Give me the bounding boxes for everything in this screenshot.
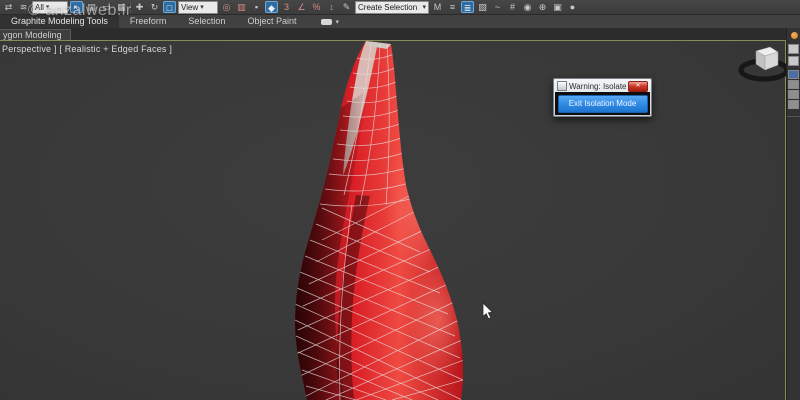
align-icon[interactable]: ≡ [446,1,459,13]
viewcube-navigation[interactable] [738,42,790,86]
ribbon-tab-freeform[interactable]: Freeform [119,15,178,28]
viewport-label[interactable]: Perspective ] [ Realistic + Edged Faces … [2,44,172,54]
keyboard-override-icon[interactable]: ▪ [250,1,263,13]
modifier-stack-row [788,100,799,109]
render-production-icon[interactable]: ● [566,1,579,13]
chevron-down-icon: ▾ [422,3,426,11]
ribbon-tab-graphite-modeling-tools[interactable]: Graphite Modeling Tools [0,15,119,28]
spinner-snap-icon[interactable]: ↕ [325,1,338,13]
coord-system-dropdown[interactable]: View ▾ [178,1,218,14]
mirror-icon[interactable]: M [431,1,444,13]
command-panel-divider [787,116,800,117]
command-panel-sliver[interactable] [786,28,800,400]
modifier-stack-row [788,80,799,89]
angle-snap-icon[interactable]: ∠ [295,1,308,13]
chevron-down-icon: ▾ [335,18,339,26]
bind-to-space-warp-icon[interactable]: ≋ [17,1,30,13]
curve-editor-icon[interactable]: ~ [491,1,504,13]
dialog-title: Warning: Isolated Sele... [569,82,626,91]
dialog-title-bar[interactable]: Warning: Isolated Sele... ✕ [555,80,650,92]
main-toolbar: ⇄ ≋ All ▾ ↖ ▤ ▭ ▦ ✚ ↻ □ View ▾ ◎ ▥ ▪ ◆ 3… [0,0,800,15]
named-selection-set-dropdown[interactable]: Create Selection Se ▾ [355,1,429,14]
modifier-stack-row [788,90,799,99]
ribbon-panel-row: ygon Modeling [0,28,800,40]
named-selection-set-value: Create Selection Se [358,3,420,12]
3ds-max-window: ⇄ ≋ All ▾ ↖ ▤ ▭ ▦ ✚ ↻ □ View ▾ ◎ ▥ ▪ ◆ 3… [0,0,800,400]
selection-filter-dropdown[interactable]: All ▾ [32,1,68,14]
select-by-name-icon[interactable]: ▤ [85,1,98,13]
schematic-view-icon[interactable]: # [506,1,519,13]
rendered-frame-icon[interactable]: ▣ [551,1,564,13]
coord-system-value: View [181,3,198,12]
perspective-viewport[interactable]: Perspective ] [ Realistic + Edged Faces … [0,40,787,400]
chevron-down-icon: ▾ [46,3,50,11]
render-setup-icon[interactable]: ⊕ [536,1,549,13]
command-panel-field [788,44,799,54]
command-panel-icon [791,32,798,39]
modifier-stack-selected-row [788,70,799,79]
ribbon-tab-bar: Graphite Modeling Tools Freeform Selecti… [0,15,800,28]
window-crossing-icon[interactable]: ▦ [115,1,128,13]
material-editor-icon[interactable]: ◉ [521,1,534,13]
select-object-icon[interactable]: ↖ [70,1,83,13]
ribbon-minimize-icon [321,19,332,25]
ribbon-tab-selection[interactable]: Selection [177,15,236,28]
snaps-toggle-icon[interactable]: ◆ [265,1,278,13]
edit-named-selection-sets-icon[interactable]: ✎ [340,1,353,13]
dialog-body: Exit Isolation Mode [555,92,650,115]
graphite-ribbon-toggle-icon[interactable]: ▧ [476,1,489,13]
layer-manager-icon[interactable]: ≣ [461,1,474,13]
selection-region-icon[interactable]: ▭ [100,1,113,13]
percent-snap-icon[interactable]: % [310,1,323,13]
select-and-scale-icon[interactable]: □ [163,1,176,13]
ribbon-tab-object-paint[interactable]: Object Paint [236,15,307,28]
select-and-link-icon[interactable]: ⇄ [2,1,15,13]
select-and-move-icon[interactable]: ✚ [133,1,146,13]
selection-filter-value: All [35,3,44,12]
snaps-3d-icon[interactable]: 3 [280,1,293,13]
command-panel-field [788,56,799,66]
use-pivot-center-icon[interactable]: ◎ [220,1,233,13]
exit-isolation-mode-button[interactable]: Exit Isolation Mode [558,95,648,113]
close-icon[interactable]: ✕ [628,81,648,92]
isolation-warning-dialog: Warning: Isolated Sele... ✕ Exit Isolati… [553,78,652,117]
ribbon-minimize-toggle[interactable]: ▾ [321,18,339,26]
dialog-app-icon [557,81,567,91]
select-and-rotate-icon[interactable]: ↻ [148,1,161,13]
chevron-down-icon: ▾ [200,3,204,11]
viewcube-cube[interactable] [756,47,778,70]
select-and-manipulate-icon[interactable]: ▥ [235,1,248,13]
toolbar-separator [130,2,131,13]
